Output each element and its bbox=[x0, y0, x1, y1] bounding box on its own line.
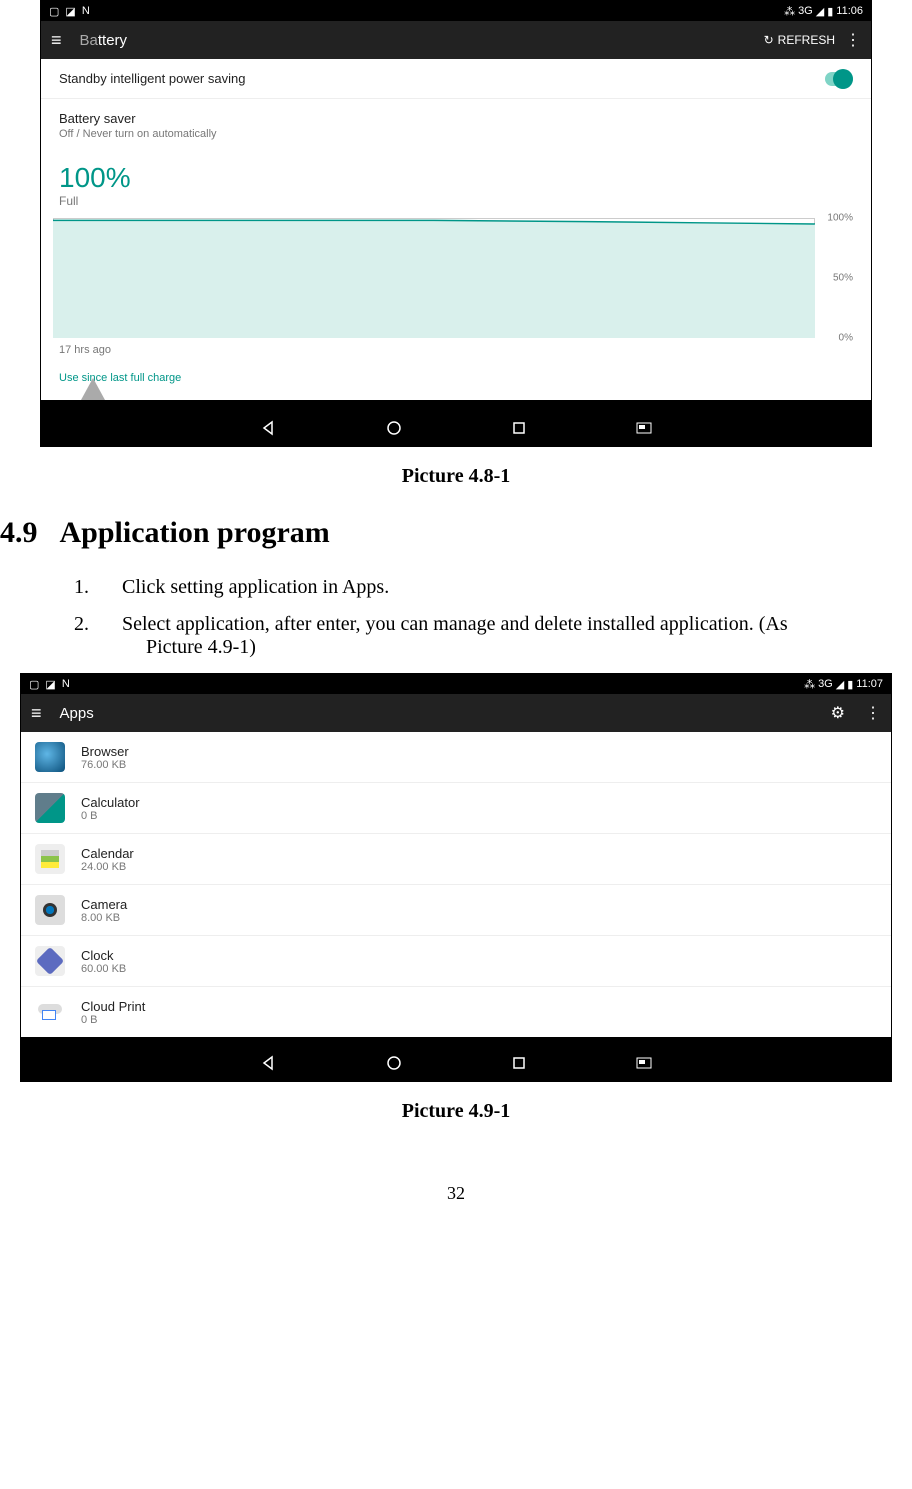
battery-saver-row[interactable]: Battery saver Off / Never turn on automa… bbox=[41, 99, 871, 152]
battery-icon: ▮ bbox=[827, 5, 833, 18]
app-item-clock[interactable]: Clock 60.00 KB bbox=[21, 935, 891, 986]
browser-icon bbox=[35, 742, 65, 772]
back-icon[interactable] bbox=[260, 420, 276, 436]
sd-icon: ◪ bbox=[45, 678, 55, 691]
app-name: Calendar bbox=[81, 846, 134, 861]
app-item-calendar[interactable]: Calendar 24.00 KB bbox=[21, 833, 891, 884]
app-item-calculator[interactable]: Calculator 0 B bbox=[21, 782, 891, 833]
sd-icon: ◪ bbox=[65, 5, 75, 18]
status-bar: ▢ ◪ N ⁂ 3G ◢ ▮ 11:06 bbox=[41, 1, 871, 21]
image-icon: ▢ bbox=[49, 5, 59, 18]
chart-label-50: 50% bbox=[833, 273, 853, 284]
app-item-camera[interactable]: Camera 8.00 KB bbox=[21, 884, 891, 935]
network-label: 3G bbox=[798, 5, 813, 17]
app-name: Cloud Print bbox=[81, 999, 145, 1014]
battery-saver-title: Battery saver bbox=[59, 111, 136, 126]
app-size: 0 B bbox=[81, 810, 140, 822]
recents-icon[interactable] bbox=[512, 421, 526, 435]
battery-chart: 100% 50% 0% bbox=[53, 218, 853, 338]
battery-status: Full bbox=[59, 194, 853, 208]
standby-title: Standby intelligent power saving bbox=[59, 71, 245, 86]
bluetooth-icon: ⁂ bbox=[784, 5, 795, 18]
standby-row[interactable]: Standby intelligent power saving bbox=[41, 59, 871, 99]
caption-2: Picture 4.9-1 bbox=[0, 1100, 912, 1123]
signal-icon: ◢ bbox=[816, 5, 824, 18]
app-bar: ≡ Battery ↻ REFRESH ⋮ bbox=[41, 21, 871, 59]
apps-list: Browser 76.00 KB Calculator 0 B Calendar… bbox=[21, 732, 891, 1037]
section-title: Application program bbox=[60, 516, 330, 550]
battery-percentage: 100% bbox=[59, 162, 853, 194]
page-number: 32 bbox=[0, 1183, 912, 1204]
screenshot-icon[interactable] bbox=[636, 420, 652, 436]
clock-text: 11:06 bbox=[836, 5, 863, 17]
app-title: Apps bbox=[60, 705, 831, 722]
overflow-menu-icon[interactable]: ⋮ bbox=[865, 703, 881, 723]
battery-screenshot: ▢ ◪ N ⁂ 3G ◢ ▮ 11:06 ≡ Battery ↻ REFRESH… bbox=[40, 0, 872, 447]
usage-link[interactable]: Use since last full charge bbox=[41, 362, 871, 400]
clock-icon bbox=[35, 946, 65, 976]
recents-icon[interactable] bbox=[512, 1056, 526, 1070]
chart-label-100: 100% bbox=[827, 213, 853, 224]
n-icon: N bbox=[62, 678, 70, 690]
battery-icon: ▮ bbox=[847, 678, 853, 691]
app-bar-2: ≡ Apps ⚙ ⋮ bbox=[21, 694, 891, 732]
nav-bar-2 bbox=[21, 1045, 891, 1081]
app-item-cloud-print[interactable]: Cloud Print 0 B bbox=[21, 986, 891, 1037]
step-2: Select application, after enter, you can… bbox=[94, 613, 912, 659]
calculator-icon bbox=[35, 793, 65, 823]
refresh-button[interactable]: ↻ REFRESH bbox=[764, 33, 835, 47]
standby-toggle[interactable] bbox=[825, 72, 853, 86]
n-icon: N bbox=[82, 5, 90, 17]
app-name: Browser bbox=[81, 744, 129, 759]
app-size: 0 B bbox=[81, 1014, 145, 1026]
status-bar-2: ▢ ◪ N ⁂ 3G ◢ ▮ 11:07 bbox=[21, 674, 891, 694]
clock-text: 11:07 bbox=[856, 678, 883, 690]
refresh-icon: ↻ bbox=[764, 33, 774, 47]
nav-bar bbox=[41, 410, 871, 446]
app-name: Camera bbox=[81, 897, 127, 912]
app-name: Calculator bbox=[81, 795, 140, 810]
section-heading: 4.9 Application program bbox=[0, 516, 912, 550]
app-size: 76.00 KB bbox=[81, 759, 129, 771]
chart-time-label: 17 hrs ago bbox=[41, 338, 871, 362]
gear-icon[interactable]: ⚙ bbox=[831, 703, 845, 723]
app-item-browser[interactable]: Browser 76.00 KB bbox=[21, 732, 891, 782]
screenshot-icon[interactable] bbox=[636, 1055, 652, 1071]
app-title: Battery bbox=[80, 32, 764, 49]
menu-icon[interactable]: ≡ bbox=[51, 30, 62, 51]
apps-screenshot: ▢ ◪ N ⁂ 3G ◢ ▮ 11:07 ≡ Apps ⚙ ⋮ bbox=[20, 673, 892, 1082]
refresh-label: REFRESH bbox=[778, 33, 835, 47]
overflow-menu-icon[interactable]: ⋮ bbox=[845, 30, 861, 50]
battery-saver-sub: Off / Never turn on automatically bbox=[59, 128, 217, 140]
calendar-icon bbox=[35, 844, 65, 874]
image-icon: ▢ bbox=[29, 678, 39, 691]
step-1: Click setting application in Apps. bbox=[94, 576, 912, 599]
home-icon[interactable] bbox=[386, 1055, 402, 1071]
network-label: 3G bbox=[818, 678, 833, 690]
chart-label-0: 0% bbox=[839, 333, 853, 344]
app-name: Clock bbox=[81, 948, 126, 963]
app-size: 60.00 KB bbox=[81, 963, 126, 975]
bluetooth-icon: ⁂ bbox=[804, 678, 815, 691]
app-size: 8.00 KB bbox=[81, 912, 127, 924]
menu-icon[interactable]: ≡ bbox=[31, 703, 42, 724]
signal-icon: ◢ bbox=[836, 678, 844, 691]
home-icon[interactable] bbox=[386, 420, 402, 436]
section-number: 4.9 bbox=[0, 516, 38, 550]
steps-list: Click setting application in Apps. Selec… bbox=[0, 576, 912, 659]
caption-1: Picture 4.8-1 bbox=[0, 465, 912, 488]
camera-icon bbox=[35, 895, 65, 925]
back-icon[interactable] bbox=[260, 1055, 276, 1071]
cloud-print-icon bbox=[35, 997, 65, 1027]
app-size: 24.00 KB bbox=[81, 861, 134, 873]
